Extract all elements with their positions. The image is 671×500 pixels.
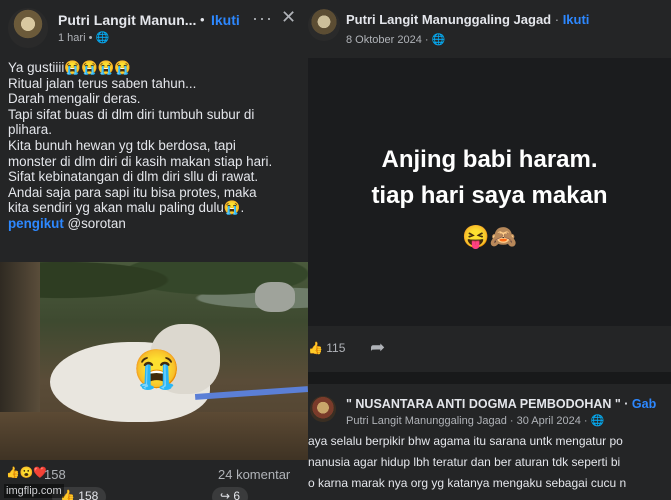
post-timestamp[interactable]: 1 hari • 🌐: [58, 31, 109, 44]
crying-face-icon: 😭: [133, 349, 181, 391]
post-text-line: plihara.: [8, 122, 52, 138]
share-button[interactable]: ↪ 6: [212, 487, 249, 500]
group-title: " NUSANTARA ANTI DOGMA PEMBODOHAN " · Ga…: [346, 397, 656, 411]
imgflip-watermark: imgflip.com: [4, 484, 64, 498]
left-post-panel: Putri Langit Manun... • Ikuti 1 hari • 🌐…: [0, 0, 308, 500]
author-avatar[interactable]: [8, 8, 48, 48]
share-icon[interactable]: ➦: [370, 337, 385, 358]
post-photo[interactable]: 😭: [0, 262, 308, 460]
author-avatar[interactable]: [308, 9, 340, 41]
author-name[interactable]: Putri Langit Manunggaling Jagad: [346, 12, 551, 27]
first-post-header: Putri Langit Manunggaling Jagad · Ikuti …: [308, 0, 671, 56]
author-name[interactable]: Putri Langit Manun...: [58, 12, 196, 28]
post-text-line: Ritual jalan terus saben tahun...: [8, 75, 197, 91]
card-text-line-2: tiap hari saya makan: [371, 182, 608, 209]
left-post-header: Putri Langit Manun... • Ikuti 1 hari • 🌐…: [0, 0, 308, 52]
separator: ·: [551, 12, 563, 27]
right-feed-panel: Putri Langit Manunggaling Jagad · Ikuti …: [308, 0, 671, 500]
mention-link[interactable]: @sorotan: [64, 216, 126, 231]
photo-background-cow: [255, 282, 295, 312]
second-post-text: aya selalu berpikir bhw agama itu sarana…: [308, 431, 671, 494]
post-text-line: nanusia agar hidup lbh teratur dan ber a…: [308, 455, 621, 469]
post-text-line: kita sendiri yg akan malu paling dulu😭.: [8, 200, 245, 216]
group-avatar[interactable]: [310, 396, 336, 422]
group-link[interactable]: Gab: [632, 397, 656, 411]
hashtag-link[interactable]: pengikut: [8, 216, 64, 231]
post-text-line: Andai saja para sapi itu bisa protes, ma…: [8, 184, 257, 200]
post-text-line: Kita bunuh hewan yg tdk berdosa, tapi: [8, 137, 236, 153]
post-text-line: Sifat kebinatangan di dlm diri sllu di r…: [8, 169, 259, 185]
post-text-line: o karna marak nya org yg katanya mengaku…: [308, 476, 627, 490]
close-icon[interactable]: ✕: [281, 7, 296, 28]
reaction-icons[interactable]: 👍😮❤️: [6, 466, 47, 479]
follow-button[interactable]: Ikuti: [563, 12, 590, 27]
follow-button[interactable]: Ikuti: [211, 12, 240, 28]
post-text-line: aya selalu berpikir bhw agama itu sarana…: [308, 434, 623, 448]
post-text-line: Ya gustiiii😭😭😭😭: [8, 60, 132, 75]
card-emojis: 😝🙈: [462, 224, 517, 249]
post-text-line: monster di dlm diri di kasih makan stiap…: [8, 153, 273, 169]
post-timestamp[interactable]: 8 Oktober 2024 · 🌐: [346, 33, 445, 46]
reaction-count[interactable]: 158: [44, 467, 66, 482]
card-text-line-1: Anjing babi haram.: [381, 146, 598, 173]
post-text: Ya gustiiii😭😭😭😭 Ritual jalan terus saben…: [8, 60, 304, 232]
more-icon[interactable]: ···: [252, 8, 273, 29]
like-count[interactable]: 👍 115: [308, 341, 345, 355]
author-line: Putri Langit Manunggaling Jagad · Ikuti: [346, 12, 589, 27]
group-name[interactable]: " NUSANTARA ANTI DOGMA PEMBODOHAN " ·: [346, 397, 632, 411]
separator-dot: •: [200, 12, 205, 27]
post-meta[interactable]: Putri Langit Manunggaling Jagad · 30 Apr…: [346, 414, 604, 427]
text-card[interactable]: Anjing babi haram. tiap hari saya makan …: [308, 58, 671, 326]
post-tags: pengikut @sorotan: [8, 216, 304, 232]
feed-divider: [308, 372, 671, 384]
photo-rope: [194, 386, 308, 400]
comment-count[interactable]: 24 komentar: [218, 467, 290, 482]
post-text-line: Darah mengalir deras.: [8, 91, 141, 107]
post-text-line: Tapi sifat buas di dlm diri tumbuh subur…: [8, 106, 255, 122]
